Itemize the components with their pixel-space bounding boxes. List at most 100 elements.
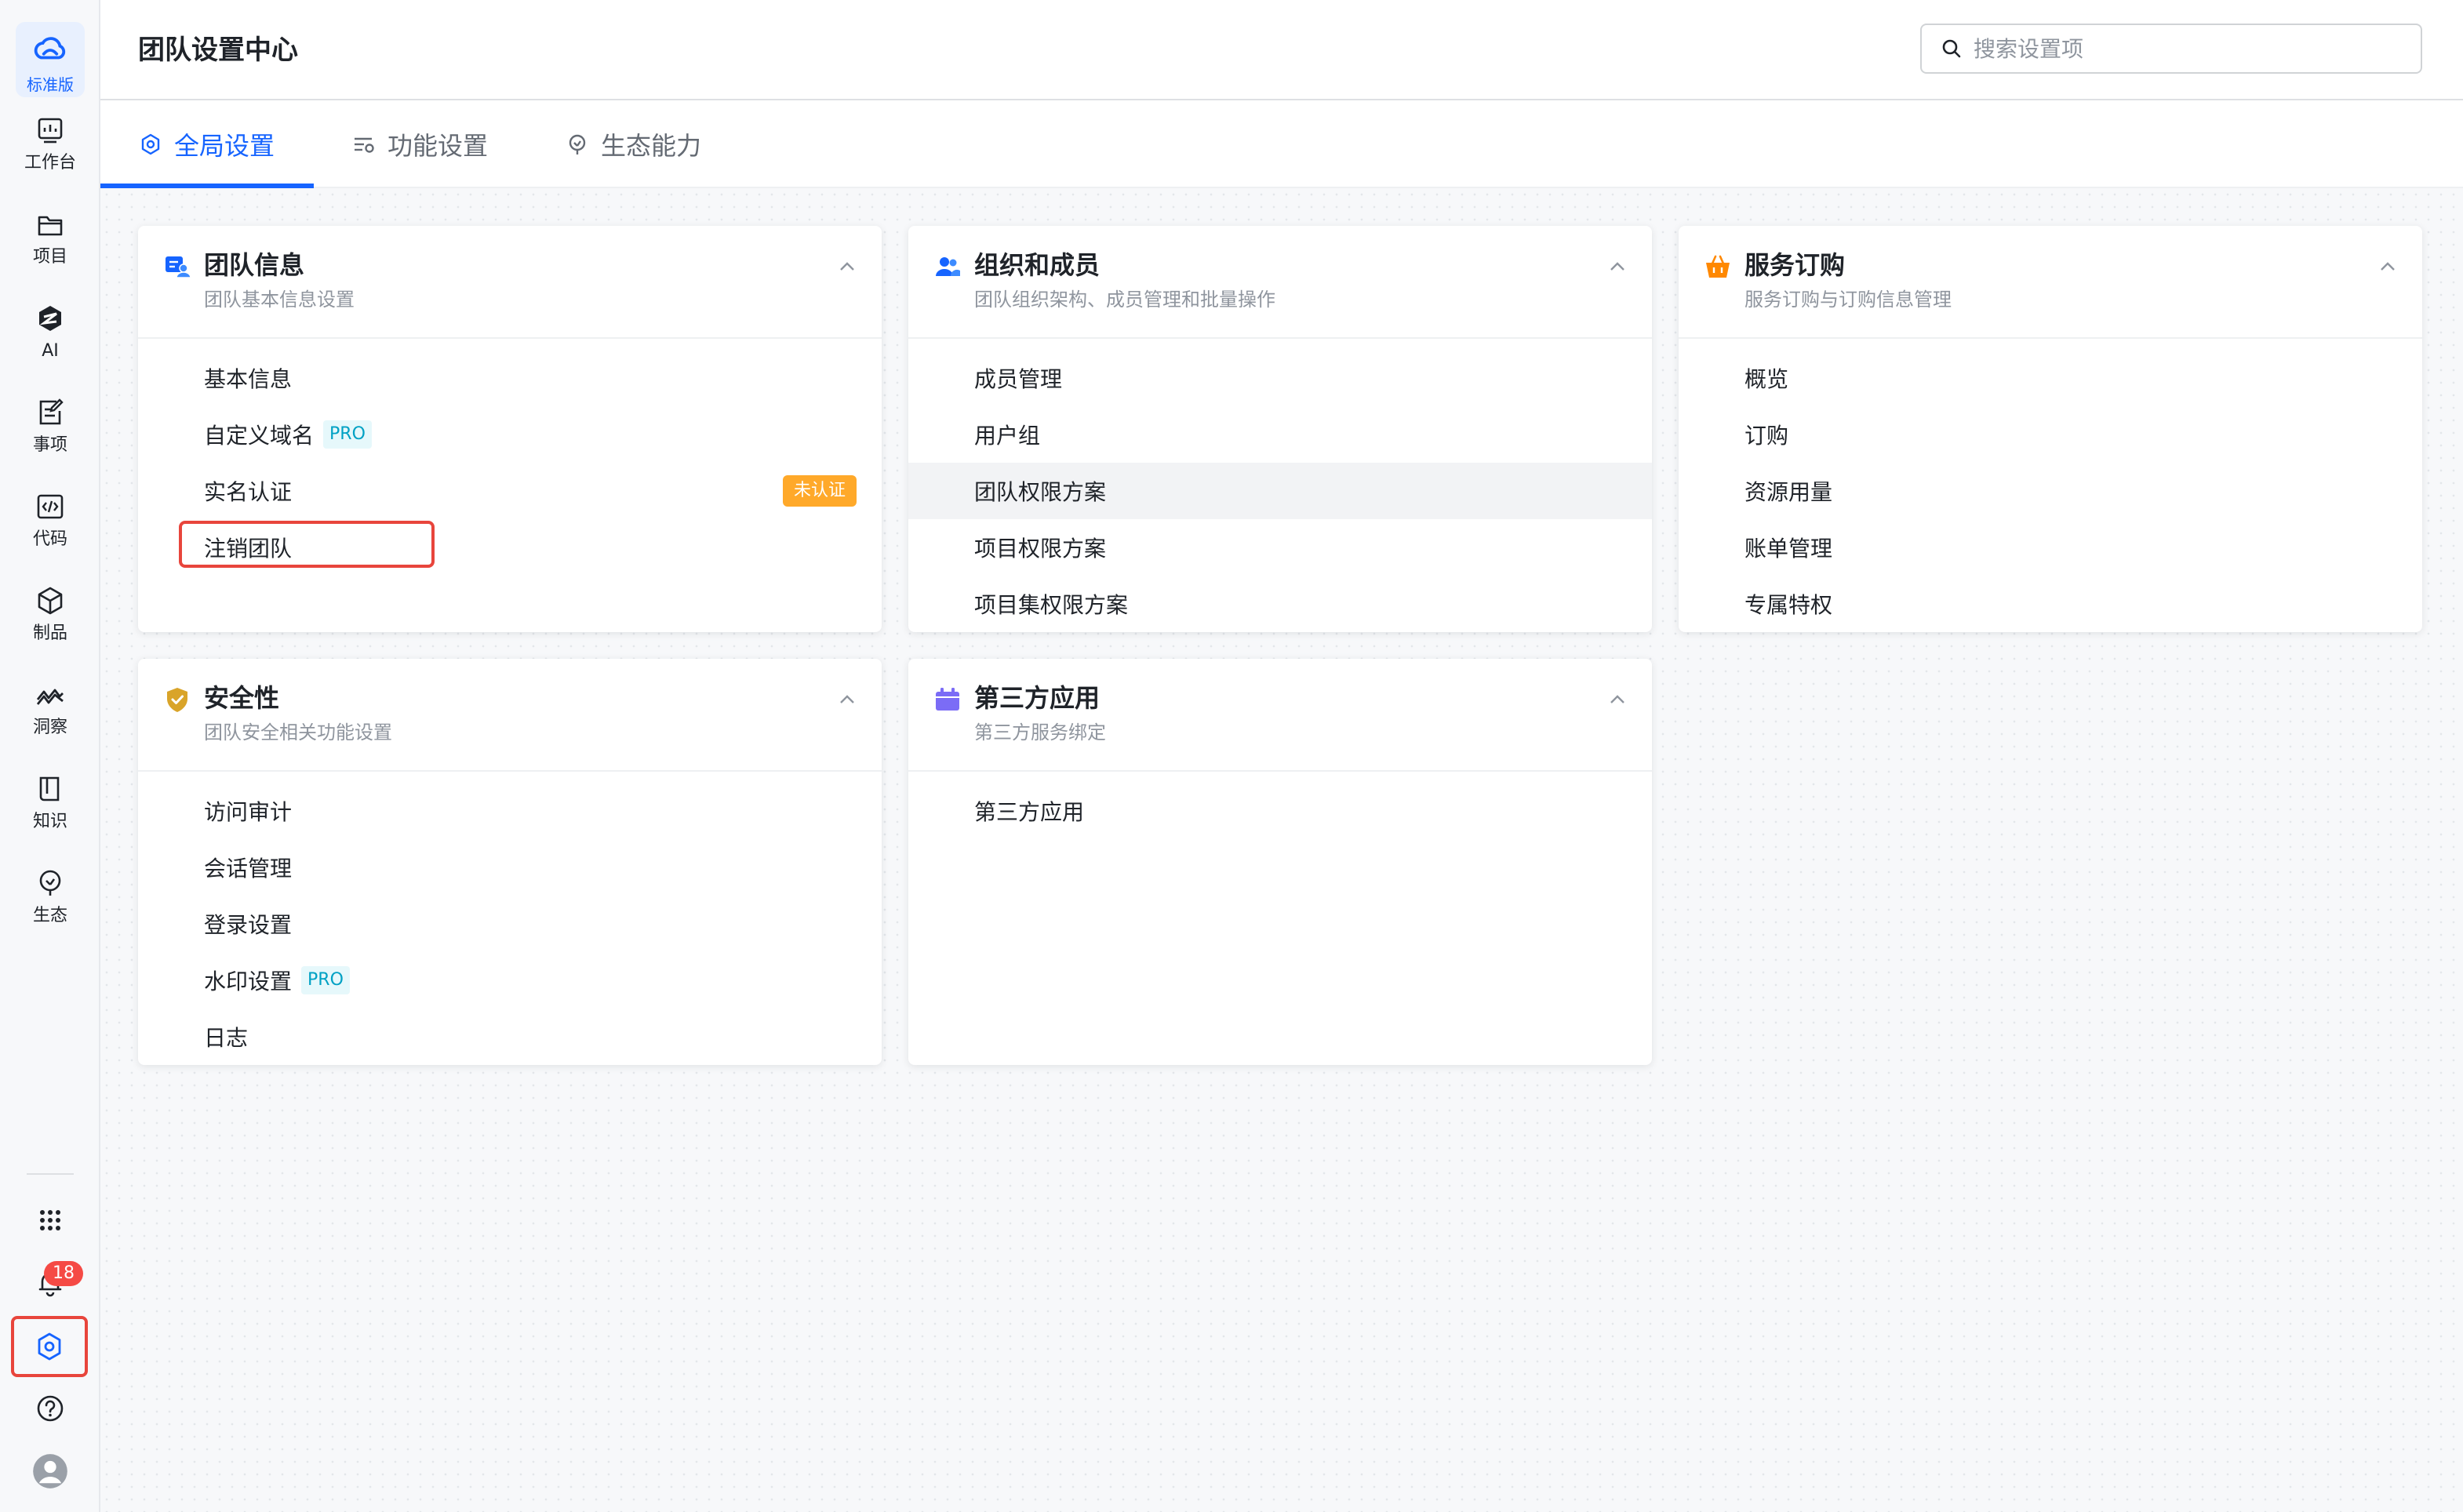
item-label: 成员管理 [974,366,1063,392]
nav-item-label: 项目 [32,247,67,267]
item-project-permission-scheme[interactable]: 项目权限方案 [908,519,1652,576]
team-info-icon [166,256,191,278]
item-logs[interactable]: 日志 [138,1009,882,1065]
chevron-up-icon[interactable] [1606,689,1628,711]
item-session-management[interactable]: 会话管理 [138,839,882,896]
nav-item-ecosystem[interactable]: 生态 [0,866,100,947]
pro-badge: PRO [323,420,372,449]
chevron-up-icon[interactable] [836,256,858,278]
item-label: 团队权限方案 [974,479,1107,505]
settings-button[interactable] [11,1316,88,1377]
ai-icon [39,306,61,331]
card-item-list: 访问审计 会话管理 登录设置 水印设置 PRO 日志 [138,772,882,1065]
left-nav-rail: 标准版 工作台 项目 AI 事项 代码 制品 洞察 知识 生态 18 [0,0,100,1512]
card-title: 组织和成员 [974,250,1101,280]
item-team-permission-scheme[interactable]: 团队权限方案 [908,463,1652,519]
nav-item-workbench[interactable]: 工作台 [0,113,100,194]
tab-ecosystem[interactable]: 生态能力 [565,100,701,188]
item-dissolve-team[interactable]: 注销团队 [138,519,882,576]
help-icon [37,1395,64,1422]
card-service-subscription: 服务订购 服务订购与订购信息管理 概览 订购 资源用量 账单管理 专属特权 [1679,226,2422,632]
apps-grid-icon [40,1210,60,1230]
card-subtitle: 团队基本信息设置 [204,289,355,311]
nav-item-label: 知识 [32,812,67,831]
card-title: 安全性 [204,683,280,713]
card-title: 服务订购 [1744,250,1846,280]
edition-label: 标准版 [27,75,74,94]
item-order[interactable]: 订购 [1679,406,2422,463]
item-watermark-settings[interactable]: 水印设置 PRO [138,952,882,1009]
tab-label: 功能设置 [387,131,489,161]
pro-badge: PRO [301,966,350,994]
tab-label: 全局设置 [174,131,275,161]
card-team-info: 团队信息 团队基本信息设置 基本信息 自定义域名 PRO 实名认证 未认证 注销… [138,226,882,632]
nav-item-label: 制品 [32,623,67,643]
nav-item-insight[interactable]: 洞察 [0,678,100,759]
card-header: 第三方应用 第三方服务绑定 [908,659,1652,772]
settings-content: 团队信息 团队基本信息设置 基本信息 自定义域名 PRO 实名认证 未认证 注销… [100,188,2463,1512]
item-custom-domain[interactable]: 自定义域名 PRO [138,406,882,463]
help-button[interactable] [16,1380,85,1437]
settings-hexagon-icon [38,1332,61,1361]
item-program-permission-scheme[interactable]: 项目集权限方案 [908,576,1652,632]
chevron-up-icon[interactable] [836,689,858,711]
item-label: 访问审计 [204,799,293,825]
item-third-party-apps[interactable]: 第三方应用 [908,783,1652,839]
item-overview[interactable]: 概览 [1679,350,2422,406]
item-exclusive-privileges[interactable]: 专属特权 [1679,576,2422,632]
chevron-up-icon[interactable] [2377,256,2399,278]
nav-item-label: AI [42,341,59,361]
tab-global-settings[interactable]: 全局设置 [138,100,275,188]
search-box[interactable] [1920,24,2422,74]
item-billing[interactable]: 账单管理 [1679,519,2422,576]
chevron-up-icon[interactable] [1606,256,1628,278]
item-member-management[interactable]: 成员管理 [908,350,1652,406]
item-access-audit[interactable]: 访问审计 [138,783,882,839]
ecosystem-tab-icon [569,134,586,154]
item-label: 注销团队 [204,536,293,562]
card-header: 团队信息 团队基本信息设置 [138,226,882,339]
tab-feature-settings[interactable]: 功能设置 [351,100,488,188]
insight-icon [36,689,64,705]
item-label: 用户组 [974,423,1041,449]
product-logo[interactable]: 标准版 [16,22,85,97]
nav-item-ai[interactable]: AI [0,301,100,383]
members-icon [936,257,960,276]
search-input[interactable] [1974,35,2397,62]
card-subtitle: 团队安全相关功能设置 [204,721,392,743]
nav-item-code[interactable]: 代码 [0,489,100,571]
item-basic-info[interactable]: 基本信息 [138,350,882,406]
item-label: 自定义域名 [204,423,315,449]
item-label: 专属特权 [1744,592,1833,618]
item-label: 基本信息 [204,366,293,392]
task-icon [39,398,64,425]
nav-item-label: 代码 [32,529,67,549]
item-user-groups[interactable]: 用户组 [908,406,1652,463]
item-label: 概览 [1744,366,1789,392]
page-title: 团队设置中心 [138,35,298,66]
page-header: 团队设置中心 [100,0,2463,100]
avatar-icon [33,1454,67,1488]
calendar-apps-icon [936,688,959,711]
nav-item-tasks[interactable]: 事项 [0,395,100,477]
card-item-list: 成员管理 用户组 团队权限方案 项目权限方案 项目集权限方案 [908,339,1652,632]
item-resource-usage[interactable]: 资源用量 [1679,463,2422,519]
nav-item-project[interactable]: 项目 [0,207,100,289]
card-third-party-apps: 第三方应用 第三方服务绑定 第三方应用 [908,659,1652,1065]
apps-grid-button[interactable] [16,1192,85,1248]
user-avatar-button[interactable] [16,1443,85,1499]
item-real-name-verification[interactable]: 实名认证 未认证 [138,463,882,519]
code-icon [37,494,64,519]
nav-item-artifacts[interactable]: 制品 [0,583,100,665]
item-label: 实名认证 [204,479,293,505]
notification-count-badge: 18 [44,1261,83,1286]
item-label: 水印设置 [204,969,293,994]
item-label: 登录设置 [204,912,293,938]
item-login-settings[interactable]: 登录设置 [138,896,882,952]
item-label: 资源用量 [1744,479,1833,505]
card-title: 第三方应用 [974,683,1101,713]
nav-item-knowledge[interactable]: 知识 [0,772,100,853]
ecosystem-icon [39,870,61,896]
card-security: 安全性 团队安全相关功能设置 访问审计 会话管理 登录设置 水印设置 PRO 日… [138,659,882,1065]
hexagon-settings-icon [141,133,160,155]
